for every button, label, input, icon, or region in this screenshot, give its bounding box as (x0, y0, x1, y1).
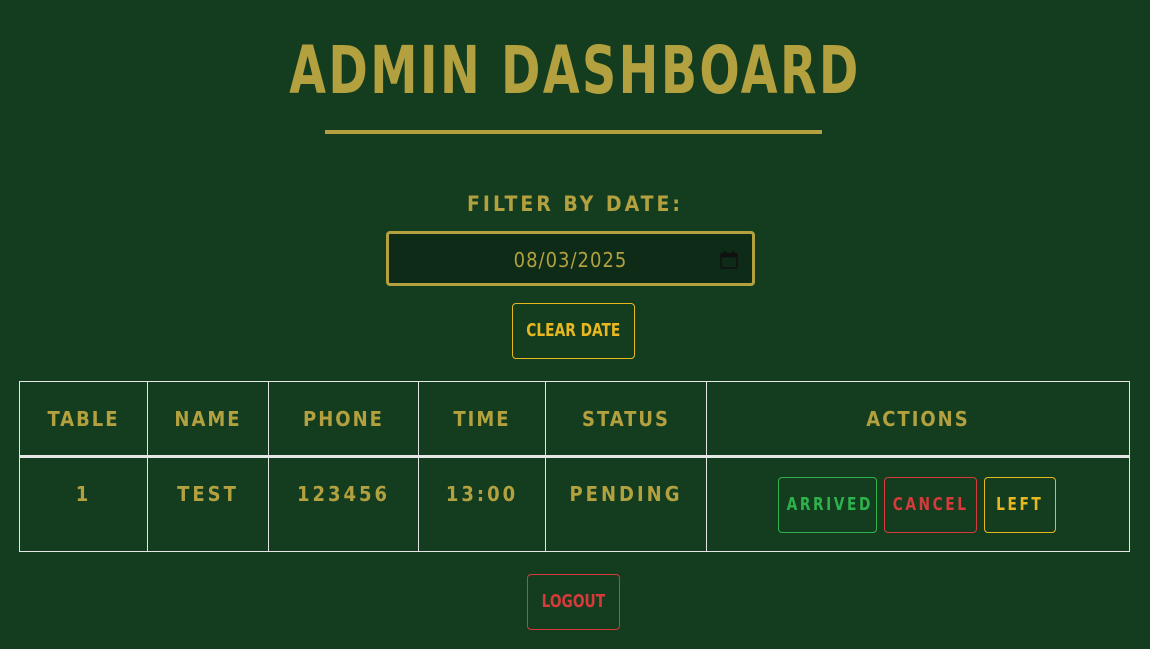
column-header-actions: ACTIONS (706, 381, 1130, 458)
admin-dashboard-page: ADMIN DASHBOARD FILTER BY DATE: 08/03/20… (0, 0, 1150, 649)
logout-button[interactable]: LOGOUT (527, 574, 620, 630)
left-label: LEFT (996, 494, 1044, 515)
left-button[interactable]: LEFT (984, 477, 1056, 533)
cell-time: 13:00 (418, 456, 546, 552)
cancel-button[interactable]: CANCEL (884, 477, 977, 533)
page-title: ADMIN DASHBOARD (289, 32, 861, 109)
cell-status-value: PENDING (569, 482, 683, 506)
cell-name-value: TEST (177, 482, 239, 506)
reservations-table: TABLE NAME PHONE TIME STATUS ACTIONS 1 T… (19, 381, 1130, 552)
cell-status: PENDING (545, 456, 707, 552)
cell-table: 1 (19, 456, 148, 552)
column-header-table: TABLE (19, 381, 148, 458)
calendar-icon[interactable] (719, 250, 739, 270)
column-header-phone: PHONE (268, 381, 419, 458)
date-filter-input[interactable]: 08/03/2025 (386, 231, 755, 286)
title-underline (325, 130, 822, 134)
column-header-name: NAME (147, 381, 269, 458)
cell-time-value: 13:00 (445, 482, 519, 506)
arrived-button[interactable]: ARRIVED (778, 477, 877, 533)
arrived-label: ARRIVED (786, 494, 873, 515)
logout-label: LOGOUT (541, 591, 606, 612)
cancel-label: CANCEL (892, 494, 969, 515)
cell-table-value: 1 (75, 482, 92, 506)
cell-phone: 123456 (268, 456, 419, 552)
clear-date-label: CLEAR DATE (526, 320, 621, 341)
table-row: 1 TEST 123456 13:00 PENDING ARRIVED CANC… (19, 456, 1130, 552)
clear-date-button[interactable]: CLEAR DATE (512, 303, 635, 359)
cell-actions: ARRIVED CANCEL LEFT (706, 456, 1130, 552)
column-header-status: STATUS (545, 381, 707, 458)
column-header-time: TIME (418, 381, 546, 458)
table-header-row: TABLE NAME PHONE TIME STATUS ACTIONS (19, 381, 1130, 458)
cell-name: TEST (147, 456, 269, 552)
cell-phone-value: 123456 (296, 482, 391, 506)
date-filter-value: 08/03/2025 (513, 248, 628, 272)
filter-label: FILTER BY DATE: (467, 192, 683, 216)
